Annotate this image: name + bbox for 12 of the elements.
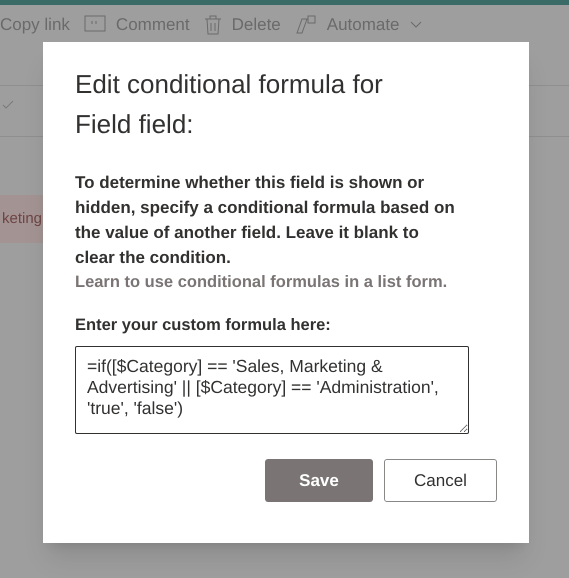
formula-field[interactable]: =if([$Category] == 'Sales, Marketing & Advertising' || [$Category] == 'Administration', 'true', 'false') [75,346,469,434]
check-icon [2,100,14,110]
automate-icon [294,15,317,35]
formula-label: Enter your custom formula here: [75,315,332,336]
save-button[interactable]: Save [265,459,373,502]
learn-link[interactable]: Learn to use conditional formulas in a list form. [75,270,497,295]
description-text: To determine whether this field is shown or hidden, specify a conditional formula based on the value of another field. Leave it blank to clear the condition. [75,172,455,269]
chevron-icon [410,21,422,29]
dialog-title: Edit conditional formula for Field field: [75,68,384,141]
cancel-button[interactable]: Cancel [384,459,497,502]
category-text: keting [2,208,42,229]
trash-icon [204,15,222,35]
